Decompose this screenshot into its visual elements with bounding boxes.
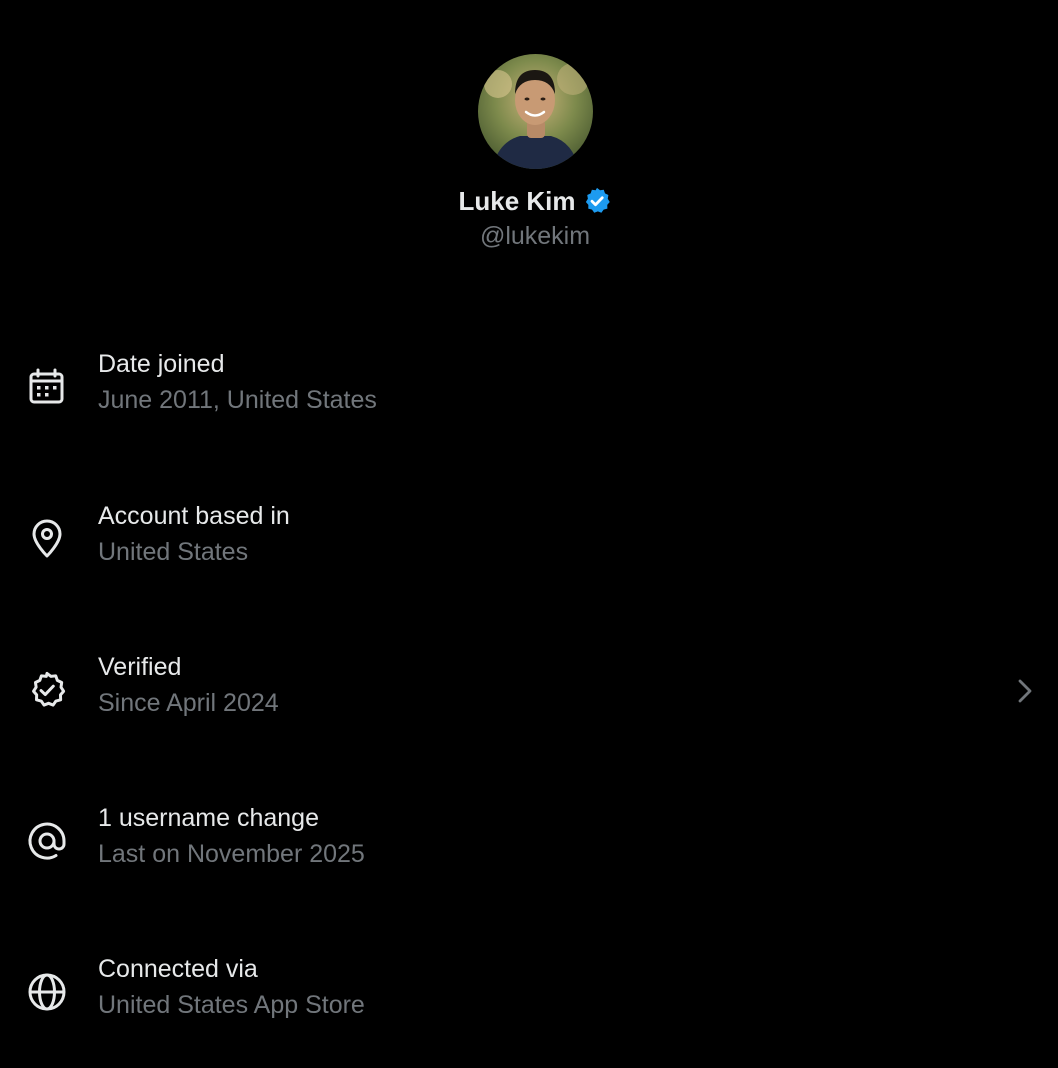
row-subtitle: United States App Store [98, 991, 365, 1019]
verified-badge-icon[interactable] [582, 186, 612, 216]
row-date-joined: Date joined June 2011, United States [0, 348, 1058, 428]
calendar-icon [26, 366, 68, 408]
name-row: Luke Kim [0, 183, 1058, 219]
at-sign-icon [26, 820, 68, 862]
location-pin-icon [26, 518, 68, 560]
username-handle: @lukekim [479, 222, 591, 250]
row-subtitle: Last on November 2025 [98, 840, 365, 868]
row-title: Connected via [98, 955, 258, 983]
avatar[interactable] [478, 54, 593, 169]
row-title: Account based in [98, 502, 290, 530]
globe-icon [26, 971, 68, 1013]
profile-header: Luke Kim @lukekim [0, 0, 1058, 270]
row-subtitle: June 2011, United States [98, 386, 377, 414]
verified-badge-icon [26, 669, 68, 711]
row-connected-via: Connected via United States App Store [0, 953, 1058, 1033]
row-verified[interactable]: Verified Since April 2024 [0, 651, 1058, 731]
row-account-based-in: Account based in United States [0, 500, 1058, 580]
row-title: 1 username change [98, 804, 319, 832]
display-name: Luke Kim [458, 185, 576, 216]
row-subtitle: United States [98, 538, 249, 566]
row-subtitle: Since April 2024 [98, 689, 279, 717]
row-title: Date joined [98, 350, 225, 378]
chevron-right-icon[interactable] [1014, 673, 1038, 709]
row-title: Verified [98, 653, 182, 681]
row-username-change: 1 username change Last on November 2025 [0, 802, 1058, 882]
